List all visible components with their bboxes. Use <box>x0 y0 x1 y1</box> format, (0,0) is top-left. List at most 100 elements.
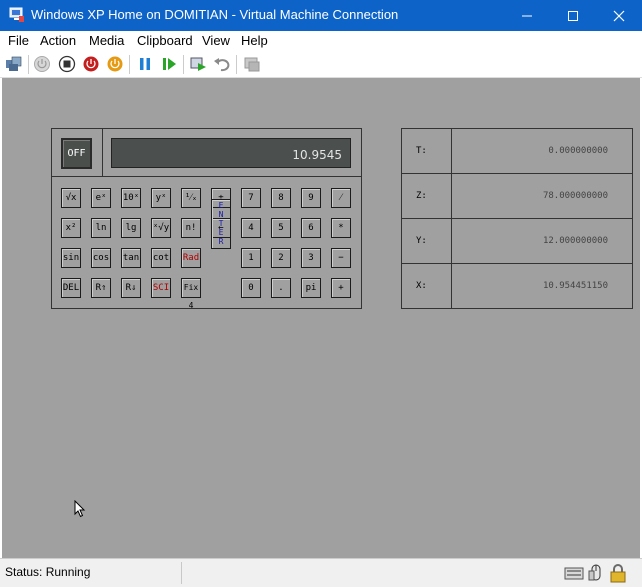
key-5[interactable]: 5 <box>271 218 291 238</box>
register-value: 0.000000000 <box>548 146 608 156</box>
sqrt-key[interactable]: √x <box>61 188 81 208</box>
pi-key[interactable]: pi <box>301 278 321 298</box>
minimize-icon <box>522 15 532 17</box>
menu-clipboard[interactable]: Clipboard <box>137 33 193 48</box>
key-1[interactable]: 1 <box>241 248 261 268</box>
menu-action[interactable]: Action <box>40 33 76 48</box>
rad-key[interactable]: Rad <box>181 248 201 268</box>
revert-button[interactable] <box>213 55 231 73</box>
mouse-icon <box>588 564 601 581</box>
enhanced-session-button[interactable] <box>243 55 261 73</box>
keyboard-icon <box>564 567 584 580</box>
save-state-button[interactable] <box>106 55 124 73</box>
register-value: 10.954451150 <box>542 281 608 291</box>
enter-letter: E <box>218 228 224 237</box>
enter-key[interactable]: E N T E R <box>211 199 231 249</box>
calculator-header: OFF 10.9545 <box>52 129 361 177</box>
calculator-display: 10.9545 <box>111 138 351 168</box>
lg-key[interactable]: lg <box>121 218 141 238</box>
close-icon <box>613 10 625 22</box>
start-icon <box>34 56 50 72</box>
roll-up-key[interactable]: R⇑ <box>91 278 111 298</box>
turn-off-button[interactable] <box>58 55 76 73</box>
mouse-cursor-icon <box>74 500 86 518</box>
reciprocal-key[interactable]: ¹⁄ₓ <box>181 188 201 208</box>
stack-row-y: Y: 12.000000000 <box>402 219 632 264</box>
root-key[interactable]: ˣ√y <box>151 218 171 238</box>
key-8[interactable]: 8 <box>271 188 291 208</box>
stack-row-t: T: 0.000000000 <box>402 129 632 174</box>
register-value: 78.000000000 <box>542 191 608 201</box>
stack-row-z: Z: 78.000000000 <box>402 174 632 219</box>
factorial-key[interactable]: n! <box>181 218 201 238</box>
maximize-button[interactable] <box>550 0 596 31</box>
enter-letter: E <box>218 201 224 210</box>
close-button[interactable] <box>596 0 642 31</box>
window-title: Windows XP Home on DOMITIAN - Virtual Ma… <box>31 7 399 22</box>
pause-button[interactable] <box>136 55 154 73</box>
menu-bar: File Action Media Clipboard View Help <box>0 31 642 51</box>
resume-button[interactable] <box>160 55 178 73</box>
del-key[interactable]: DEL <box>61 278 81 298</box>
key-6[interactable]: 6 <box>301 218 321 238</box>
title-bar: Windows XP Home on DOMITIAN - Virtual Ma… <box>0 0 642 31</box>
key-7[interactable]: 7 <box>241 188 261 208</box>
register-label: Y: <box>416 236 427 246</box>
cot-key[interactable]: cot <box>151 248 171 268</box>
stack-registers: T: 0.000000000 Z: 78.000000000 Y: 12.000… <box>401 128 633 309</box>
menu-help[interactable]: Help <box>241 33 268 48</box>
minimize-button[interactable] <box>504 0 550 31</box>
vm-connection-icon <box>9 7 24 22</box>
divide-key[interactable]: ⁄ <box>331 188 351 208</box>
vm-screen[interactable]: OFF 10.9545 √x eˣ 10ˣ yˣ ¹⁄ₓ ± 7 8 9 ⁄ x… <box>2 78 640 558</box>
square-key[interactable]: x² <box>61 218 81 238</box>
enter-letter: T <box>218 219 224 228</box>
menu-view[interactable]: View <box>202 33 230 48</box>
enhanced-session-icon <box>244 57 260 72</box>
register-value: 12.000000000 <box>542 236 608 246</box>
register-label: T: <box>416 146 427 156</box>
shut-down-button[interactable] <box>82 55 100 73</box>
pow10-key[interactable]: 10ˣ <box>121 188 141 208</box>
lock-icon <box>610 564 626 583</box>
fix-key[interactable]: Fix 4 <box>181 278 201 310</box>
menu-media[interactable]: Media <box>89 33 124 48</box>
sin-key[interactable]: sin <box>61 248 81 268</box>
exp-key[interactable]: eˣ <box>91 188 111 208</box>
sci-key[interactable]: SCI <box>151 278 171 298</box>
key-3[interactable]: 3 <box>301 248 321 268</box>
roll-down-key[interactable]: R⇓ <box>121 278 141 298</box>
status-text: Status: Running <box>5 565 91 579</box>
checkpoint-button[interactable] <box>189 55 207 73</box>
register-label: Z: <box>416 191 427 201</box>
cos-key[interactable]: cos <box>91 248 111 268</box>
key-9[interactable]: 9 <box>301 188 321 208</box>
status-bar: Status: Running <box>0 558 642 587</box>
ctrl-alt-del-icon <box>6 56 22 71</box>
save-state-icon <box>107 56 123 72</box>
toolbar <box>0 51 642 78</box>
pause-icon <box>140 58 150 70</box>
multiply-key[interactable]: * <box>331 218 351 238</box>
menu-file[interactable]: File <box>8 33 29 48</box>
ln-key[interactable]: ln <box>91 218 111 238</box>
key-4[interactable]: 4 <box>241 218 261 238</box>
off-button[interactable]: OFF <box>61 138 92 169</box>
shut-down-icon <box>83 56 99 72</box>
tan-key[interactable]: tan <box>121 248 141 268</box>
decimal-key[interactable]: . <box>271 278 291 298</box>
minus-key[interactable]: − <box>331 248 351 268</box>
power-key[interactable]: yˣ <box>151 188 171 208</box>
calculator: OFF 10.9545 √x eˣ 10ˣ yˣ ¹⁄ₓ ± 7 8 9 ⁄ x… <box>51 128 362 310</box>
register-label: X: <box>416 281 427 291</box>
maximize-icon <box>568 11 578 21</box>
resume-icon <box>163 58 176 70</box>
key-2[interactable]: 2 <box>271 248 291 268</box>
checkpoint-icon <box>190 57 206 71</box>
ctrl-alt-del-button[interactable] <box>5 55 23 73</box>
plus-key[interactable]: + <box>331 278 351 298</box>
key-0[interactable]: 0 <box>241 278 261 298</box>
stack-row-x: X: 10.954451150 <box>402 264 632 309</box>
start-button[interactable] <box>33 55 51 73</box>
revert-icon <box>214 58 230 72</box>
